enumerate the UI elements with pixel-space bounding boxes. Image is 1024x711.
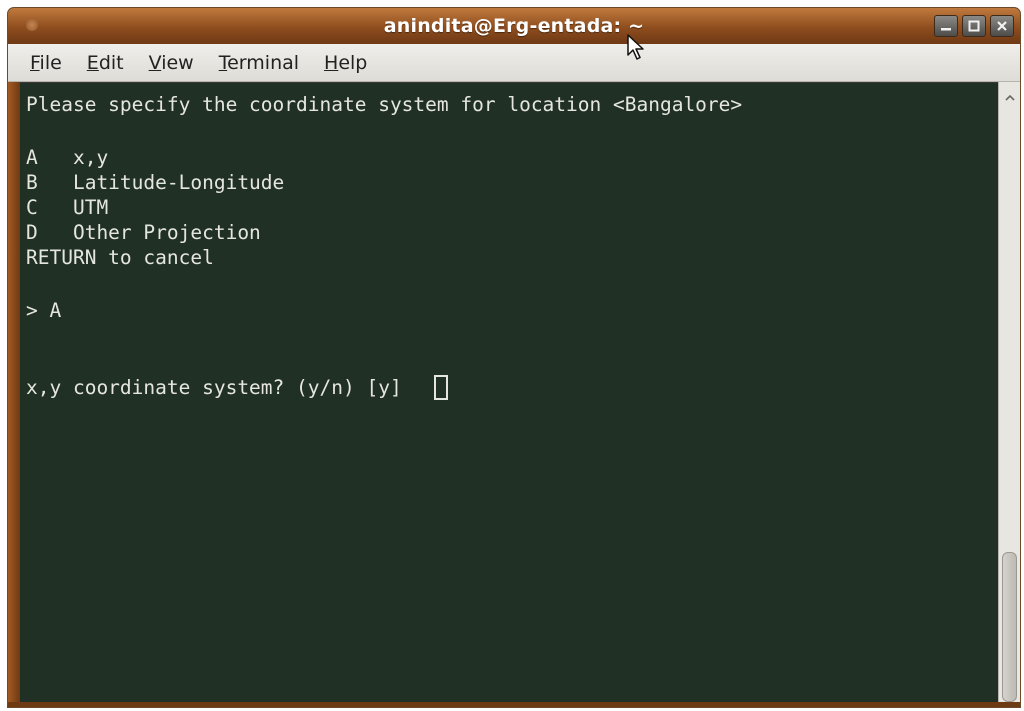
- terminal-line-input: > A: [26, 299, 62, 322]
- terminal-window: anindita@Erg-entada: ~ File Edit View Te…: [8, 8, 1020, 707]
- menu-file[interactable]: File: [30, 52, 62, 74]
- maximize-icon: [968, 20, 980, 32]
- chevron-up-icon: [1004, 94, 1015, 101]
- title-bar[interactable]: anindita@Erg-entada: ~: [8, 8, 1020, 44]
- terminal-line-option-b: B Latitude-Longitude: [26, 171, 285, 194]
- terminal-line-option-d: D Other Projection: [26, 221, 261, 244]
- menu-edit[interactable]: Edit: [87, 52, 124, 74]
- minimize-icon: [941, 28, 951, 31]
- menu-terminal-mnemonic: T: [218, 51, 228, 74]
- menu-edit-label: dit: [98, 51, 124, 74]
- terminal-line-prompt: Please specify the coordinate system for…: [26, 93, 743, 116]
- close-button[interactable]: [990, 15, 1014, 37]
- window-bottom-border: [8, 702, 1020, 707]
- terminal-line-cancel: RETURN to cancel: [26, 246, 214, 269]
- menu-terminal-label: erminal: [227, 51, 300, 74]
- menu-file-label: ile: [39, 51, 62, 74]
- close-icon: [997, 21, 1007, 31]
- menu-file-mnemonic: F: [30, 51, 40, 74]
- menu-help-label: elp: [338, 51, 368, 74]
- mouse-pointer-icon: [627, 34, 644, 60]
- terminal-area[interactable]: Please specify the coordinate system for…: [20, 83, 998, 702]
- window-title: anindita@Erg-entada: ~: [383, 15, 645, 37]
- terminal-line-option-a: A x,y: [26, 146, 109, 169]
- menu-terminal[interactable]: Terminal: [219, 52, 299, 74]
- menu-help-mnemonic: H: [324, 51, 339, 74]
- menu-view-mnemonic: V: [148, 51, 162, 74]
- menu-bar: File Edit View Terminal Help: [8, 44, 1020, 82]
- menu-help[interactable]: Help: [324, 52, 367, 74]
- terminal-line-option-c: C UTM: [26, 196, 109, 219]
- window-controls: [934, 15, 1014, 37]
- window-left-border: [8, 82, 20, 707]
- menu-edit-mnemonic: E: [86, 51, 99, 74]
- text-cursor: [434, 375, 448, 400]
- terminal-line-question: x,y coordinate system? (y/n) [y]: [26, 376, 414, 399]
- maximize-button[interactable]: [962, 15, 986, 37]
- scroll-up-button[interactable]: [999, 90, 1020, 106]
- minimize-button[interactable]: [934, 15, 958, 37]
- menu-view-label: iew: [161, 51, 194, 74]
- vertical-scrollbar[interactable]: [998, 82, 1020, 707]
- menu-view[interactable]: View: [149, 52, 194, 74]
- scrollbar-thumb[interactable]: [1002, 552, 1017, 702]
